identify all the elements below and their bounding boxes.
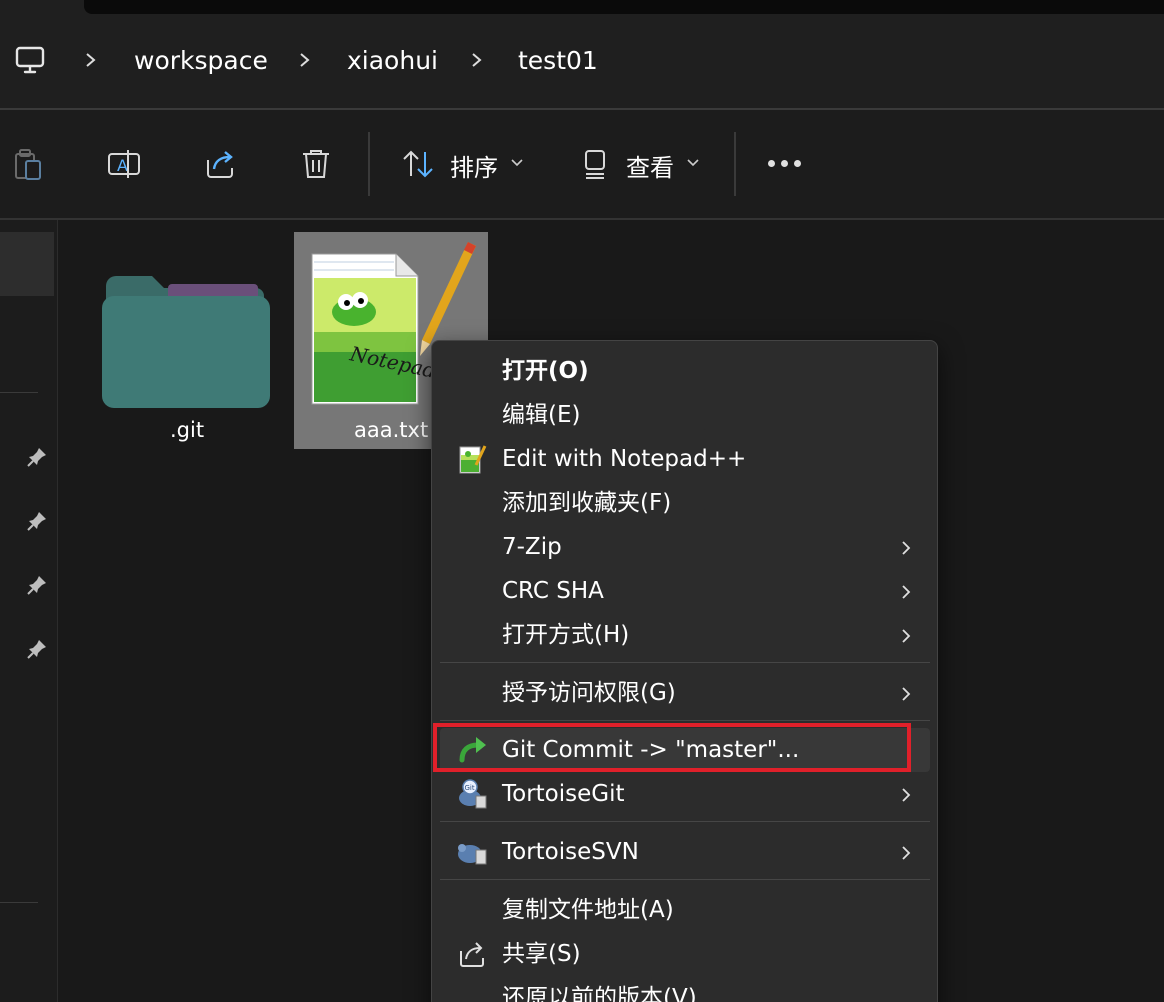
title-strip [0, 0, 1164, 14]
tortoisegit-icon: Git [459, 779, 487, 809]
nav-divider [0, 392, 38, 393]
toolbar-separator [734, 132, 736, 196]
nav-item-selected[interactable] [0, 232, 54, 296]
share-icon [460, 942, 484, 967]
more-options-icon[interactable] [766, 160, 806, 170]
breadcrumb-item-test01[interactable]: test01 [518, 44, 598, 78]
menu-item-label: 打开方式(H) [502, 622, 630, 648]
menu-item-label: 打开(O) [502, 358, 589, 384]
file-name: .git [170, 418, 205, 442]
menu-item-crc-sha[interactable]: CRC SHA [440, 569, 930, 613]
file-name: aaa.txt [354, 418, 429, 442]
delete-icon[interactable] [296, 144, 336, 184]
svg-text:Git: Git [465, 784, 475, 792]
menu-separator [440, 821, 930, 822]
menu-item-tortoisegit[interactable]: Git TortoiseGit [440, 772, 930, 816]
window-tab [84, 0, 1164, 14]
menu-separator [440, 662, 930, 663]
chevron-right-icon [902, 788, 911, 802]
pin-icon[interactable] [26, 638, 48, 660]
menu-item-label: 编辑(E) [502, 402, 581, 428]
breadcrumb-chevron-icon[interactable] [470, 46, 484, 74]
menu-item-add-to-favorites[interactable]: 添加到收藏夹(F) [440, 481, 930, 525]
context-menu: 打开(O) 编辑(E) Edit with Notepad++ 添加到收藏夹(F… [431, 340, 938, 1002]
breadcrumb-chevron-icon[interactable] [298, 46, 312, 74]
breadcrumb-item-xiaohui[interactable]: xiaohui [347, 44, 438, 78]
chevron-right-icon [902, 541, 911, 555]
tortoisesvn-icon [458, 844, 487, 865]
menu-item-label: 复制文件地址(A) [502, 897, 674, 923]
chevron-down-icon[interactable] [686, 156, 700, 170]
menu-item-edit[interactable]: 编辑(E) [440, 393, 930, 437]
menu-item-label: 共享(S) [502, 941, 581, 967]
menu-item-open[interactable]: 打开(O) [440, 349, 930, 393]
svg-text:A: A [117, 156, 128, 175]
highlight-annotation-box [433, 723, 911, 772]
view-icon[interactable] [576, 144, 616, 184]
rename-icon[interactable]: A [104, 144, 144, 184]
this-pc-icon[interactable] [14, 44, 46, 76]
file-item-git-folder[interactable]: .git [96, 266, 280, 446]
breadcrumb-chevron-icon[interactable] [84, 46, 98, 74]
chevron-right-icon [902, 629, 911, 643]
pin-icon[interactable] [26, 510, 48, 532]
chevron-right-icon [902, 585, 911, 599]
menu-item-label: TortoiseSVN [502, 839, 639, 865]
menu-item-7zip[interactable]: 7-Zip [440, 525, 930, 569]
pin-icon[interactable] [26, 446, 48, 468]
menu-item-open-with[interactable]: 打开方式(H) [440, 613, 930, 657]
breadcrumb-item-workspace[interactable]: workspace [134, 44, 268, 78]
share-icon[interactable] [200, 144, 240, 184]
menu-item-tortoisesvn[interactable]: TortoiseSVN [440, 830, 930, 874]
menu-item-share[interactable]: 共享(S) [440, 932, 930, 976]
menu-item-label: TortoiseGit [502, 781, 625, 807]
menu-item-grant-access[interactable]: 授予访问权限(G) [440, 671, 930, 715]
pin-icon[interactable] [26, 574, 48, 596]
menu-separator [440, 720, 930, 721]
nav-divider [0, 902, 38, 903]
menu-separator [440, 879, 930, 880]
notepadpp-icon [459, 445, 487, 474]
menu-item-label: 添加到收藏夹(F) [502, 490, 672, 516]
sort-button[interactable]: 排序 [450, 148, 498, 183]
chevron-right-icon [902, 687, 911, 701]
menu-item-label: 授予访问权限(G) [502, 680, 676, 706]
menu-item-label: CRC SHA [502, 578, 604, 604]
menu-item-label: Edit with Notepad++ [502, 446, 747, 472]
chevron-right-icon [902, 846, 911, 860]
folder-icon [102, 276, 270, 408]
view-button[interactable]: 查看 [626, 148, 674, 183]
chevron-down-icon[interactable] [510, 156, 524, 170]
sort-icon[interactable] [398, 144, 438, 184]
menu-item-edit-with-notepadpp[interactable]: Edit with Notepad++ [440, 437, 930, 481]
menu-item-label: 7-Zip [502, 534, 562, 560]
menu-item-copy-path[interactable]: 复制文件地址(A) [440, 888, 930, 932]
menu-item-label: 还原以前的版本(V) [502, 985, 697, 1002]
navigation-pane [0, 220, 58, 1002]
menu-item-restore-previous-versions[interactable]: 还原以前的版本(V) [440, 976, 930, 1002]
paste-icon[interactable] [8, 144, 48, 184]
toolbar-separator [368, 132, 370, 196]
